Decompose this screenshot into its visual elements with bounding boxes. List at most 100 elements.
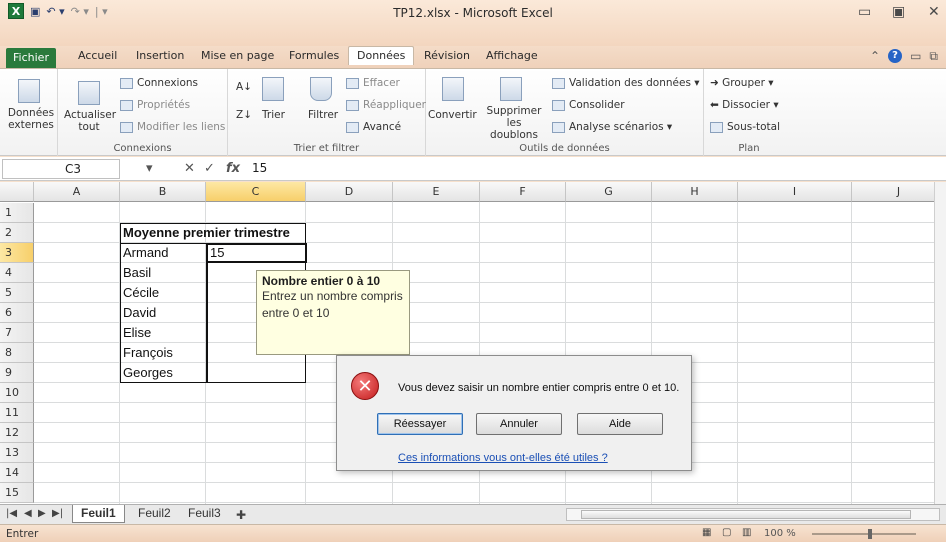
avance-button[interactable]: Avancé (346, 121, 401, 133)
zoom-level[interactable]: 100 % (764, 528, 796, 539)
tab-affichage[interactable]: Affichage (486, 49, 538, 62)
tooltip-line-2: entre 0 et 10 (262, 306, 330, 320)
group-arrow-icon: ➜ (710, 77, 723, 89)
consolider-button[interactable]: Consolider (552, 99, 625, 111)
validation-button[interactable]: Validation des données ▾ (552, 77, 700, 89)
formula-input[interactable]: 15 (252, 161, 267, 175)
vertical-scrollbar[interactable] (934, 182, 946, 504)
grouper-button[interactable]: ➜ Grouper ▾ (710, 77, 774, 89)
row-header-8[interactable]: 8 (0, 343, 34, 363)
row-header-1[interactable]: 1 (0, 203, 34, 223)
tab-fichier[interactable]: Fichier (6, 48, 56, 68)
row-header-15[interactable]: 15 (0, 483, 34, 503)
retry-button[interactable]: Réessayer (377, 413, 463, 435)
tab-mise-en-page[interactable]: Mise en page (201, 49, 274, 62)
last-sheet-icon[interactable]: ▶| (52, 508, 63, 519)
insert-function-icon[interactable]: fx (226, 161, 240, 176)
page-break-view-icon[interactable]: ▥ (742, 527, 751, 538)
minimize-ribbon-icon[interactable]: ⌃ (870, 49, 880, 64)
namebox-dropdown-icon[interactable]: ▾ (146, 161, 153, 176)
name-box[interactable]: C3 (2, 159, 120, 179)
trier-button[interactable]: Trier (262, 109, 285, 121)
restore-icon[interactable]: ▣ (892, 4, 905, 20)
help-icon[interactable]: ? (888, 49, 903, 63)
feedback-link[interactable]: Ces informations vous ont-elles été util… (398, 452, 608, 464)
column-header-d[interactable]: D (306, 182, 393, 202)
row-header-5[interactable]: 5 (0, 283, 34, 303)
row-header-14[interactable]: 14 (0, 463, 34, 483)
row-header-2[interactable]: 2 (0, 223, 34, 243)
analyse-button[interactable]: Analyse scénarios ▾ (552, 121, 672, 133)
convertir-button[interactable]: Convertir (428, 109, 477, 121)
actualiser-button[interactable]: Actualiser tout (64, 109, 116, 133)
tab-insertion[interactable]: Insertion (136, 49, 184, 62)
row-header-13[interactable]: 13 (0, 443, 34, 463)
help-button[interactable]: Aide (577, 413, 663, 435)
modifier-liens-button[interactable]: Modifier les liens (120, 121, 225, 133)
column-header-i[interactable]: I (738, 182, 852, 202)
donnees-externes-button[interactable]: Données externes (4, 107, 58, 131)
column-header-g[interactable]: G (566, 182, 652, 202)
next-sheet-icon[interactable]: ▶ (38, 508, 46, 519)
effacer-button[interactable]: Effacer (346, 77, 400, 89)
zoom-slider[interactable] (812, 533, 916, 535)
tab-revision[interactable]: Révision (424, 49, 470, 62)
column-header-f[interactable]: F (480, 182, 566, 202)
doc-minimize-icon[interactable]: ▭ (910, 49, 921, 64)
close-icon[interactable]: ✕ (928, 4, 940, 20)
sheet-tab-feuil2[interactable]: Feuil2 (130, 505, 179, 523)
tab-accueil[interactable]: Accueil (78, 49, 117, 62)
row-header-12[interactable]: 12 (0, 423, 34, 443)
active-cell-c3[interactable] (206, 243, 307, 263)
supprimer-doublons-button[interactable]: Supprimer les doublons (484, 105, 544, 141)
cancel-button[interactable]: Annuler (476, 413, 562, 435)
row-header-7[interactable]: 7 (0, 323, 34, 343)
first-sheet-icon[interactable]: |◀ (6, 508, 17, 519)
prev-sheet-icon[interactable]: ◀ (24, 508, 32, 519)
horizontal-scrollbar[interactable] (566, 508, 940, 521)
sheet-tab-feuil3[interactable]: Feuil3 (180, 505, 229, 523)
confirm-entry-icon[interactable]: ✓ (204, 161, 215, 176)
column-header-c[interactable]: C (206, 182, 306, 202)
horizontal-scroll-thumb[interactable] (581, 510, 911, 519)
ungroup-arrow-icon: ⬅ (710, 99, 723, 111)
page-layout-view-icon[interactable]: ▢ (722, 527, 731, 538)
minimize-icon[interactable]: ▭ (858, 4, 871, 20)
filtrer-button[interactable]: Filtrer (308, 109, 338, 121)
sort-az-icon[interactable]: A↓ (236, 81, 252, 93)
sous-total-button[interactable]: Sous-total (710, 121, 780, 133)
modifier-liens-label: Modifier les liens (137, 121, 226, 133)
row-header-10[interactable]: 10 (0, 383, 34, 403)
tab-formules[interactable]: Formules (289, 49, 339, 62)
row-header-3[interactable]: 3 (0, 243, 34, 263)
remove-duplicates-icon (500, 77, 522, 101)
sheet-tabs-bar: |◀ ◀ ▶ ▶| Feuil1 Feuil2 Feuil3 ✚ (0, 504, 946, 524)
row-header-11[interactable]: 11 (0, 403, 34, 423)
column-header-b[interactable]: B (120, 182, 206, 202)
select-all-corner[interactable] (0, 182, 34, 202)
sous-total-label: Sous-total (727, 121, 781, 133)
consolidate-icon (552, 99, 565, 111)
row-header-9[interactable]: 9 (0, 363, 34, 383)
dissocier-button[interactable]: ⬅ Dissocier ▾ (710, 99, 779, 111)
sheet-tab-feuil1[interactable]: Feuil1 (72, 505, 125, 523)
title-bar: X ▣ ↶ ▾ ↷ ▾ | ▾ TP12.xlsx - Microsoft Ex… (0, 0, 946, 46)
sort-za-icon[interactable]: Z↓ (236, 109, 252, 121)
zoom-slider-thumb[interactable] (868, 529, 872, 539)
column-header-a[interactable]: A (34, 182, 120, 202)
column-header-j[interactable]: J (852, 182, 946, 202)
insert-sheet-icon[interactable]: ✚ (236, 508, 246, 522)
dissocier-label: Dissocier (722, 99, 770, 111)
doc-restore-icon[interactable]: ⧉ (929, 49, 938, 64)
connexions-button[interactable]: Connexions (120, 77, 198, 89)
normal-view-icon[interactable]: ▦ (702, 527, 711, 538)
row-header-6[interactable]: 6 (0, 303, 34, 323)
tab-donnees[interactable]: Données (348, 46, 415, 65)
column-gridline (737, 202, 738, 504)
column-header-h[interactable]: H (652, 182, 738, 202)
proprietes-button[interactable]: Propriétés (120, 99, 190, 111)
cancel-entry-icon[interactable]: ✕ (184, 161, 195, 176)
row-header-4[interactable]: 4 (0, 263, 34, 283)
reappliquer-button[interactable]: Réappliquer (346, 99, 426, 111)
column-header-e[interactable]: E (393, 182, 480, 202)
